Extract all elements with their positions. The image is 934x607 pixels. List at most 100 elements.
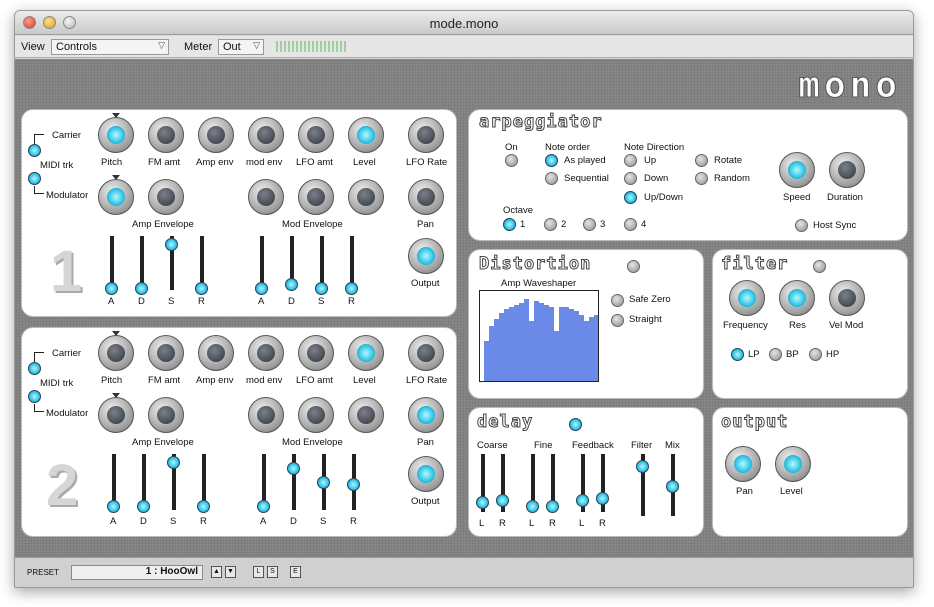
mod-level-knob[interactable]	[348, 179, 384, 215]
preset-edit-button[interactable]: E	[290, 566, 301, 578]
feedback-r-slider[interactable]	[596, 454, 609, 512]
filter-on-led[interactable]	[813, 260, 826, 273]
mod-env-knob[interactable]	[248, 335, 284, 371]
level-knob[interactable]	[348, 335, 384, 371]
dir-updown-radio[interactable]	[624, 191, 637, 204]
mod-r-slider[interactable]	[347, 454, 360, 510]
octave-4-radio[interactable]	[624, 218, 637, 231]
mod-lfo-rate-knob[interactable]	[408, 179, 444, 215]
dir-random-radio[interactable]	[695, 172, 708, 185]
mod-d-slider[interactable]	[287, 454, 300, 510]
dir-rotate-radio[interactable]	[695, 154, 708, 167]
order-sequential-radio[interactable]	[545, 172, 558, 185]
dir-up-radio[interactable]	[624, 154, 637, 167]
mod-s-thumb[interactable]	[315, 282, 328, 295]
amp-s-slider[interactable]	[167, 454, 180, 510]
mod-a-thumb[interactable]	[255, 282, 268, 295]
amp-a-slider[interactable]	[107, 454, 120, 513]
coarse-l-thumb[interactable]	[476, 496, 489, 509]
amp-r-slider[interactable]	[195, 236, 208, 295]
octave-1-radio[interactable]	[503, 218, 516, 231]
amp-r-thumb[interactable]	[197, 500, 210, 513]
amp-a-thumb[interactable]	[107, 500, 120, 513]
pan-knob[interactable]	[408, 397, 444, 433]
mod-lfo-amt-knob[interactable]	[298, 397, 334, 433]
feedback-r-thumb[interactable]	[596, 492, 609, 505]
dir-down-radio[interactable]	[624, 172, 637, 185]
coarse-r-thumb[interactable]	[496, 494, 509, 507]
mod-a-thumb[interactable]	[257, 500, 270, 513]
amp-s-thumb[interactable]	[167, 456, 180, 469]
mod-lfo-amt-knob[interactable]	[298, 179, 334, 215]
mod-r-slider[interactable]	[345, 236, 358, 295]
fine-r-slider[interactable]	[546, 454, 559, 513]
safe-zero-led[interactable]	[611, 294, 624, 307]
lfo-amt-knob[interactable]	[298, 117, 334, 153]
midi-trk-modulator-led[interactable]	[28, 172, 41, 185]
mod-d-thumb[interactable]	[285, 278, 298, 291]
output-knob[interactable]	[408, 456, 444, 492]
output-pan-knob[interactable]	[725, 446, 761, 482]
mix-thumb[interactable]	[666, 480, 679, 493]
midi-trk-modulator-led[interactable]	[28, 390, 41, 403]
waveshaper-display[interactable]	[479, 290, 599, 382]
distortion-on-led[interactable]	[627, 260, 640, 273]
fine-l-thumb[interactable]	[526, 500, 539, 513]
mod-s-slider[interactable]	[317, 454, 330, 510]
lfo-rate-knob[interactable]	[408, 117, 444, 153]
amp-d-thumb[interactable]	[137, 500, 150, 513]
midi-trk-carrier-led[interactable]	[28, 144, 41, 157]
mod-a-slider[interactable]	[255, 236, 268, 295]
arp-on-led[interactable]	[505, 154, 518, 167]
pitch-knob[interactable]	[98, 335, 134, 371]
amp-env-knob[interactable]	[198, 335, 234, 371]
mod-env-knob[interactable]	[248, 117, 284, 153]
coarse-r-slider[interactable]	[496, 454, 509, 512]
midi-trk-carrier-led[interactable]	[28, 362, 41, 375]
mod-pitch-knob[interactable]	[98, 397, 134, 433]
preset-down-button[interactable]: ▼	[225, 566, 236, 578]
amp-r-thumb[interactable]	[195, 282, 208, 295]
mod-mod-env-knob[interactable]	[248, 179, 284, 215]
coarse-l-slider[interactable]	[476, 454, 489, 512]
pitch-knob[interactable]	[98, 117, 134, 153]
output-knob[interactable]	[408, 238, 444, 274]
octave-2-radio[interactable]	[544, 218, 557, 231]
amp-s-thumb[interactable]	[165, 238, 178, 251]
delay-on-led[interactable]	[569, 418, 582, 431]
mod-r-thumb[interactable]	[345, 282, 358, 295]
filter-lp-radio[interactable]	[731, 348, 744, 361]
filter-hp-radio[interactable]	[809, 348, 822, 361]
delay-filter-slider[interactable]	[636, 454, 649, 516]
amp-r-slider[interactable]	[197, 454, 210, 513]
feedback-l-thumb[interactable]	[576, 494, 589, 507]
amp-d-thumb[interactable]	[135, 282, 148, 295]
mod-s-slider[interactable]	[315, 236, 328, 295]
fm-amt-knob[interactable]	[148, 117, 184, 153]
mod-pitch-knob[interactable]	[98, 179, 134, 215]
mod-s-thumb[interactable]	[317, 476, 330, 489]
mod-mod-env-knob[interactable]	[248, 397, 284, 433]
level-knob[interactable]	[348, 117, 384, 153]
lfo-rate-knob[interactable]	[408, 335, 444, 371]
mod-level-knob[interactable]	[348, 397, 384, 433]
fine-r-thumb[interactable]	[546, 500, 559, 513]
octave-3-radio[interactable]	[583, 218, 596, 231]
lfo-amt-knob[interactable]	[298, 335, 334, 371]
mod-d-slider[interactable]	[285, 236, 298, 291]
preset-up-button[interactable]: ▲	[211, 566, 222, 578]
duration-knob[interactable]	[829, 152, 865, 188]
preset-save-button[interactable]: S	[267, 566, 278, 578]
fm-amt-knob[interactable]	[148, 335, 184, 371]
speed-knob[interactable]	[779, 152, 815, 188]
vel-mod-knob[interactable]	[829, 280, 865, 316]
amp-s-slider[interactable]	[165, 236, 178, 290]
amp-a-thumb[interactable]	[105, 282, 118, 295]
straight-led[interactable]	[611, 314, 624, 327]
mod-fm-knob[interactable]	[148, 397, 184, 433]
feedback-l-slider[interactable]	[576, 454, 589, 512]
order-as-played-radio[interactable]	[545, 154, 558, 167]
res-knob[interactable]	[779, 280, 815, 316]
fine-l-slider[interactable]	[526, 454, 539, 513]
preset-load-button[interactable]: L	[253, 566, 264, 578]
